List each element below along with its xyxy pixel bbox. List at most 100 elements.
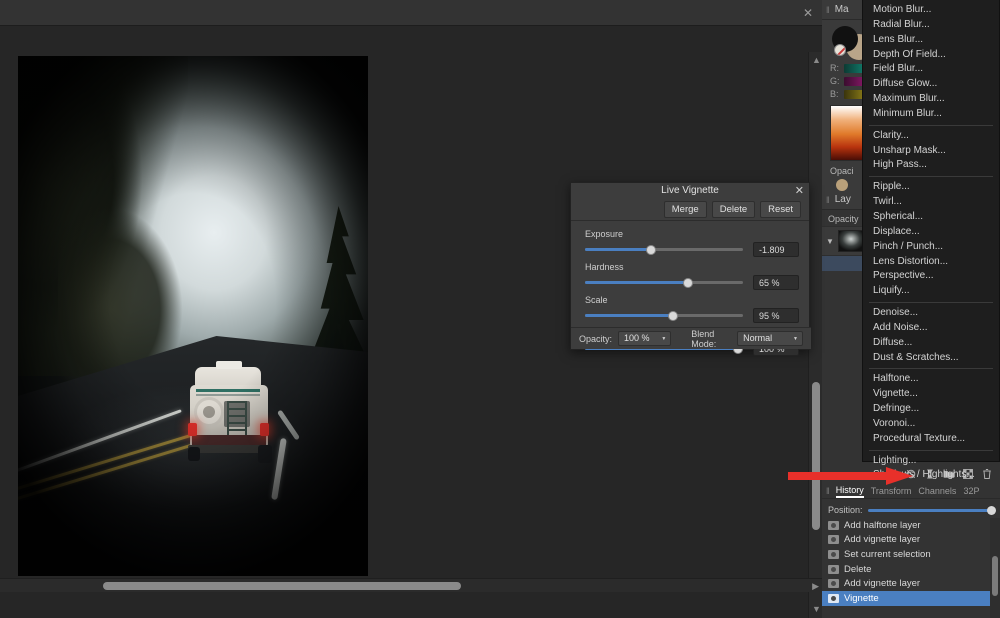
menu-item-spherical[interactable]: Spherical...	[863, 210, 999, 225]
menu-item-lens-distortion[interactable]: Lens Distortion...	[863, 255, 999, 270]
image-camper-van	[186, 361, 272, 465]
hardness-slider-knob[interactable]	[683, 278, 693, 288]
hardness-label: Hardness	[585, 262, 799, 272]
scale-row: 95 %	[585, 308, 799, 323]
menu-item-twirl[interactable]: Twirl...	[863, 195, 999, 210]
snapshot-icon	[828, 594, 839, 603]
history-position-label: Position:	[828, 505, 863, 515]
menu-item-ripple[interactable]: Ripple...	[863, 180, 999, 195]
hardness-slider[interactable]	[585, 281, 743, 284]
panel-grip-icon[interactable]: ‖	[826, 5, 829, 15]
menu-item-lens-blur[interactable]: Lens Blur...	[863, 33, 999, 48]
menu-separator	[869, 125, 993, 126]
scroll-right-icon[interactable]: ▶	[812, 581, 819, 592]
snapshot-icon	[828, 579, 839, 588]
menu-item-displace[interactable]: Displace...	[863, 225, 999, 240]
history-list[interactable]: Add halftone layer Add vignette layer Se…	[822, 518, 1000, 618]
panel-grip-icon[interactable]: ‖	[826, 195, 829, 205]
menu-item-high-pass[interactable]: High Pass...	[863, 158, 999, 173]
menu-item-pinch-punch[interactable]: Pinch / Punch...	[863, 240, 999, 255]
chevron-down-icon[interactable]: ▼	[826, 237, 834, 246]
list-item-selected[interactable]: Vignette	[822, 591, 1000, 606]
blend-mode-label: Blend Mode:	[691, 329, 731, 349]
tab-32p[interactable]: 32P	[963, 486, 979, 496]
color-opacity-swatch[interactable]	[836, 179, 848, 191]
list-item[interactable]: Delete	[822, 562, 1000, 577]
reset-button[interactable]: Reset	[760, 201, 801, 218]
scroll-up-icon[interactable]: ▲	[812, 56, 821, 65]
van-stripe-green	[196, 389, 260, 392]
list-item[interactable]: Add vignette layer	[822, 533, 1000, 548]
menu-separator	[869, 176, 993, 177]
tab-channels[interactable]: Channels	[918, 486, 956, 496]
history-position-knob[interactable]	[987, 506, 996, 515]
exposure-value[interactable]: -1.809	[753, 242, 799, 257]
menu-item-perspective[interactable]: Perspective...	[863, 269, 999, 284]
dialog-titlebar[interactable]: Live Vignette ✕	[571, 183, 809, 199]
merge-button[interactable]: Merge	[664, 201, 707, 218]
menu-item-clarity[interactable]: Clarity...	[863, 129, 999, 144]
van-stripe-grey	[196, 394, 260, 396]
list-item[interactable]: Add vignette layer	[822, 576, 1000, 591]
scale-slider-knob[interactable]	[668, 311, 678, 321]
list-item[interactable]: Set current selection	[822, 547, 1000, 562]
menu-item-diffuse-glow[interactable]: Diffuse Glow...	[863, 77, 999, 92]
scroll-down-icon[interactable]: ▼	[812, 605, 821, 614]
menu-item-unsharp-mask[interactable]: Unsharp Mask...	[863, 144, 999, 159]
live-vignette-dialog[interactable]: Live Vignette ✕ Merge Delete Reset Expos…	[570, 182, 810, 350]
tab-history[interactable]: History	[836, 485, 864, 498]
blend-mode-dropdown[interactable]: Normal	[737, 331, 803, 346]
menu-item-dust-and-scratches[interactable]: Dust & Scratches...	[863, 351, 999, 366]
close-icon[interactable]: ✕	[800, 5, 816, 21]
van-taillight-right	[260, 423, 269, 436]
menu-item-halftone[interactable]: Halftone...	[863, 372, 999, 387]
channel-label-r: R:	[830, 63, 840, 73]
menu-item-radial-blur[interactable]: Radial Blur...	[863, 18, 999, 33]
scale-slider[interactable]	[585, 314, 743, 317]
van-wheel-right	[258, 445, 272, 463]
menu-item-procedural-texture[interactable]: Procedural Texture...	[863, 432, 999, 447]
van-ladder	[227, 401, 247, 437]
layer-thumbnail[interactable]	[838, 230, 864, 252]
hardness-row: 65 %	[585, 275, 799, 290]
canvas-horizontal-scrollbar[interactable]: ▶	[0, 578, 822, 592]
dialog-footer: Opacity: 100 % Blend Mode: Normal	[571, 327, 811, 349]
history-item-label: Add halftone layer	[844, 520, 921, 531]
panel-grip-icon[interactable]: ‖	[826, 486, 829, 496]
no-color-icon[interactable]	[834, 44, 846, 56]
tab-transform[interactable]: Transform	[871, 486, 912, 496]
history-scrollbar[interactable]	[990, 518, 1000, 618]
canvas-hscroll-thumb[interactable]	[103, 582, 461, 590]
color-gradient-picker[interactable]	[830, 105, 866, 161]
hardness-value[interactable]: 65 %	[753, 275, 799, 290]
menu-item-defringe[interactable]: Defringe...	[863, 402, 999, 417]
menu-item-minimum-blur[interactable]: Minimum Blur...	[863, 107, 999, 122]
opacity-dropdown[interactable]: 100 %	[618, 331, 671, 346]
menu-item-voronoi[interactable]: Voronoi...	[863, 417, 999, 432]
menu-item-field-blur[interactable]: Field Blur...	[863, 62, 999, 77]
menu-item-depth-of-field[interactable]: Depth Of Field...	[863, 48, 999, 63]
dialog-title: Live Vignette	[661, 185, 719, 196]
document-image[interactable]	[18, 56, 368, 576]
canvas-vscroll-thumb[interactable]	[812, 382, 820, 530]
snapshot-icon	[828, 521, 839, 530]
van-roof-vent	[216, 361, 242, 369]
scale-value[interactable]: 95 %	[753, 308, 799, 323]
history-scroll-thumb[interactable]	[992, 556, 998, 596]
menu-item-maximum-blur[interactable]: Maximum Blur...	[863, 92, 999, 107]
exposure-slider-knob[interactable]	[646, 245, 656, 255]
menu-item-add-noise[interactable]: Add Noise...	[863, 321, 999, 336]
exposure-slider[interactable]	[585, 248, 743, 251]
history-item-label: Add vignette layer	[844, 534, 920, 545]
menu-item-vignette[interactable]: Vignette...	[863, 387, 999, 402]
filter-menu[interactable]: Motion Blur... Radial Blur... Lens Blur.…	[862, 0, 1000, 462]
list-item[interactable]: Add halftone layer	[822, 518, 1000, 533]
history-position-slider[interactable]	[868, 509, 994, 512]
close-icon[interactable]: ✕	[795, 184, 804, 198]
exposure-slider-fill	[585, 248, 651, 251]
menu-item-denoise[interactable]: Denoise...	[863, 306, 999, 321]
menu-item-motion-blur[interactable]: Motion Blur...	[863, 3, 999, 18]
menu-item-liquify[interactable]: Liquify...	[863, 284, 999, 299]
menu-item-diffuse[interactable]: Diffuse...	[863, 336, 999, 351]
delete-button[interactable]: Delete	[712, 201, 755, 218]
